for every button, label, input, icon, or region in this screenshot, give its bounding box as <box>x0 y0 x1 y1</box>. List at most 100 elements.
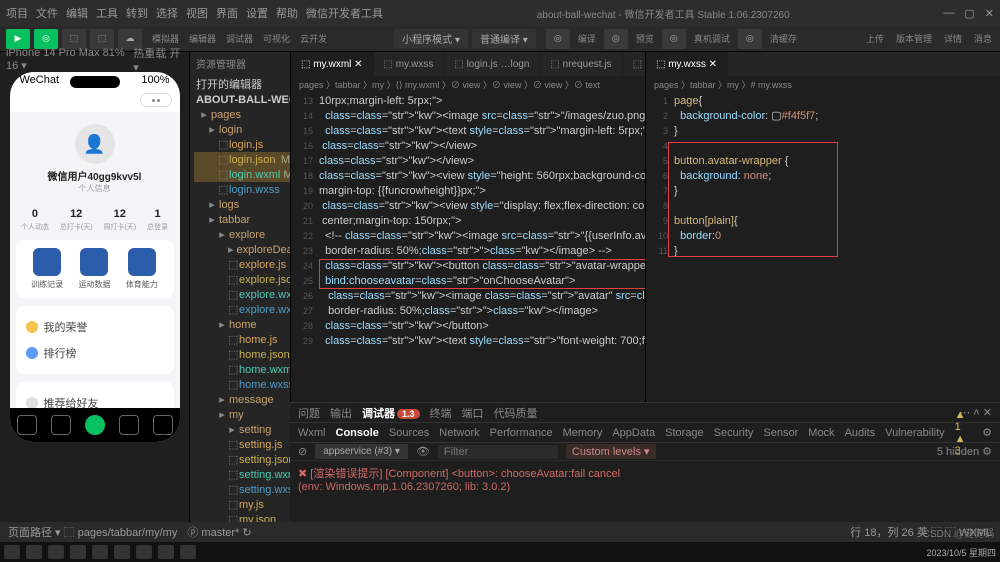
tree-item[interactable]: ▸explore <box>194 227 290 242</box>
toolbar-button[interactable]: ◎ <box>662 29 686 49</box>
menu-item[interactable]: 项目 <box>6 5 28 21</box>
toolbar-button[interactable]: ◎ <box>738 29 762 49</box>
tree-item[interactable]: ⬚my.js <box>194 497 290 512</box>
editor-tab[interactable]: ⬚ login.js …logn <box>444 52 540 76</box>
eye-icon[interactable]: 👁 <box>416 445 430 458</box>
tree-item[interactable]: ⬚explore.wxml <box>194 287 290 302</box>
grid-item[interactable]: 训练记录 <box>25 248 69 290</box>
console-output[interactable]: ✖ [渲染错误提示] [Component] <button>: chooseA… <box>290 461 1000 522</box>
devtools-tab[interactable]: Storage <box>665 427 704 439</box>
devtools-tab[interactable]: Wxml <box>298 427 326 439</box>
breadcrumb[interactable]: pages 〉tabbar 〉my 〉⟨⟩ my.wxml 〉⊘ view 〉⊘… <box>291 76 645 92</box>
search-icon[interactable] <box>26 545 42 559</box>
menu-item[interactable]: 微信开发者工具 <box>306 5 383 21</box>
debug-button[interactable]: ⬚ <box>62 29 86 49</box>
tree-item[interactable]: ⬚setting.wxss <box>194 482 290 497</box>
devtools-tab[interactable]: Console <box>336 427 379 439</box>
level-select[interactable]: Custom levels ▾ <box>566 444 656 459</box>
devtools-tab[interactable]: Performance <box>490 427 553 439</box>
tree-item[interactable]: ▸my <box>194 407 290 422</box>
devtools-tab[interactable]: Audits <box>845 427 876 439</box>
start-icon[interactable] <box>4 545 20 559</box>
tree-item[interactable]: ⬚setting.wxml <box>194 467 290 482</box>
tree-item[interactable]: ⬚home.js <box>194 332 290 347</box>
app-icon[interactable] <box>158 545 174 559</box>
page-path[interactable]: 页面路径 ▾ ⬚ pages/tabbar/my/my <box>8 524 177 540</box>
clock[interactable]: 2023/10/5 星期四 <box>926 546 996 559</box>
stat-item[interactable]: 1总登录 <box>147 208 168 232</box>
menu-item[interactable]: 视图 <box>186 5 208 21</box>
capsule-button[interactable] <box>140 93 172 107</box>
list-item[interactable]: 排行榜 <box>24 340 166 366</box>
editor-tab[interactable]: ⬚ my.wxml ✕ <box>291 52 374 76</box>
context-select[interactable]: appservice (#3) ▾ <box>315 444 408 459</box>
tree-item[interactable]: ⬚setting.json <box>194 452 290 467</box>
console-tab[interactable]: 调试器1.3 <box>362 405 420 421</box>
app-icon[interactable] <box>136 545 152 559</box>
editor-tab[interactable]: ⬚ my.wxss <box>374 52 445 76</box>
tree-item[interactable]: ⬚login.wxss <box>194 182 290 197</box>
tree-item[interactable]: ⬚my.json <box>194 512 290 522</box>
filter-input[interactable]: Filter <box>438 445 558 459</box>
eye-icon[interactable]: ⊘ <box>298 445 307 458</box>
editor-tab[interactable]: ⬚ onlineRequest.js <box>623 52 645 76</box>
console-tab[interactable]: 问题 <box>298 405 320 421</box>
menu-item[interactable]: 文件 <box>36 5 58 21</box>
app-icon[interactable] <box>48 545 64 559</box>
devtools-tab[interactable]: Sources <box>389 427 429 439</box>
menu-item[interactable]: 界面 <box>216 5 238 21</box>
project-root[interactable]: ABOUT-BALL-WECHAT <box>190 93 290 107</box>
stat-item[interactable]: 12总打卡(天) <box>60 208 93 232</box>
tree-item[interactable]: ⬚login.js <box>194 137 290 152</box>
devtools-tab[interactable]: AppData <box>612 427 655 439</box>
app-icon[interactable] <box>180 545 196 559</box>
tree-item[interactable]: ▸pages <box>194 107 290 122</box>
tab-msg-icon[interactable] <box>119 415 139 435</box>
tree-item[interactable]: ▸setting <box>194 422 290 437</box>
app-icon[interactable] <box>114 545 130 559</box>
grid-item[interactable]: 体育能力 <box>120 248 164 290</box>
hotreload-select[interactable]: 热重载 开 ▾ <box>133 45 183 74</box>
avatar[interactable]: 👤 <box>75 124 115 164</box>
editor-tab[interactable]: ⬚ my.wxss ✕ <box>646 52 728 76</box>
list-item[interactable]: 我的荣誉 <box>24 314 166 340</box>
menu-item[interactable]: 帮助 <box>276 5 298 21</box>
devtools-tab[interactable]: Mock <box>808 427 834 439</box>
toolbar-button[interactable]: ◎ <box>546 29 570 49</box>
tree-item[interactable]: ▸login <box>194 122 290 137</box>
window-button[interactable]: — <box>943 7 954 20</box>
menu-item[interactable]: 工具 <box>96 5 118 21</box>
code-editor-wxss[interactable]: 1234567891011 page{ background-color: ▢#… <box>646 92 1000 402</box>
tree-item[interactable]: ⬚setting.js <box>194 437 290 452</box>
visual-button[interactable]: ⬚ <box>90 29 114 49</box>
menu-item[interactable]: 设置 <box>246 5 268 21</box>
console-tab[interactable]: 输出 <box>330 405 352 421</box>
tree-item[interactable]: ⬚explore.wxss <box>194 302 290 317</box>
list-item[interactable]: 推荐给好友 <box>24 390 166 408</box>
devtools-tab[interactable]: Network <box>439 427 479 439</box>
preview-button[interactable]: ◎ <box>34 29 58 49</box>
devtools-tab[interactable]: Sensor <box>763 427 798 439</box>
editor-tab[interactable]: ⬚ nrequest.js <box>540 52 622 76</box>
tree-item[interactable]: ⬚home.wxss <box>194 377 290 392</box>
menu-item[interactable]: 转到 <box>126 5 148 21</box>
tree-item[interactable]: ▸exploreDeatil <box>194 242 290 257</box>
devtools-tab[interactable]: Memory <box>563 427 603 439</box>
console-tab[interactable]: 代码质量 <box>494 405 538 421</box>
app-icon[interactable] <box>70 545 86 559</box>
grid-item[interactable]: 运动数据 <box>72 248 116 290</box>
tab-explore-icon[interactable] <box>51 415 71 435</box>
app-icon[interactable] <box>92 545 108 559</box>
code-editor-wxml[interactable]: 1314151617181920212223242526272829 10rpx… <box>291 92 645 402</box>
compile-button[interactable]: ▶ <box>6 29 30 49</box>
tree-item[interactable]: ⬚home.json <box>194 347 290 362</box>
tree-item[interactable]: ▸message <box>194 392 290 407</box>
tree-item[interactable]: ▸tabbar <box>194 212 290 227</box>
tree-item[interactable]: ⬚explore.js <box>194 257 290 272</box>
tree-item[interactable]: ⬚explore.json <box>194 272 290 287</box>
stat-item[interactable]: 12周打卡(天) <box>103 208 136 232</box>
stat-item[interactable]: 0个人动态 <box>21 208 49 232</box>
git-branch[interactable]: ⓟ master* ↻ <box>187 524 251 540</box>
tree-item[interactable]: ⬚login.wxmlM <box>194 167 290 182</box>
hidden-count[interactable]: 5 hidden ⚙ <box>937 445 992 458</box>
